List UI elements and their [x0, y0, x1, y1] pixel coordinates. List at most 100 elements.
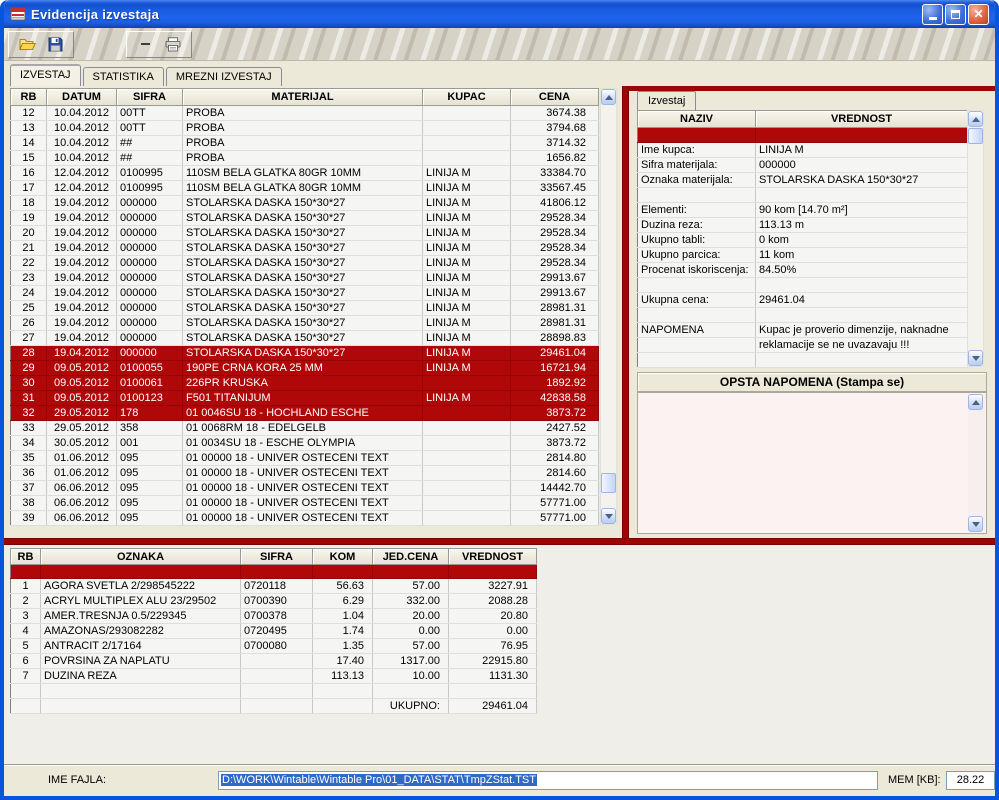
cell-oznaka: [41, 684, 241, 699]
detail-row[interactable]: reklamacije se ne uvazavaju !!!: [638, 338, 968, 353]
detail-row[interactable]: [638, 353, 968, 368]
table-row[interactable]: 36 01.06.2012 095 01 00000 18 - UNIVER O…: [11, 466, 599, 481]
table-row[interactable]: 31 09.05.2012 0100123 F501 TITANIJUM LIN…: [11, 391, 599, 406]
remove-button[interactable]: [136, 35, 154, 53]
bottom-table-row[interactable]: UKUPNO: 29461.04: [11, 699, 537, 714]
cell-kupac: LINIJA M: [423, 361, 511, 376]
scroll-thumb[interactable]: [968, 128, 983, 144]
bottom-table-row[interactable]: 3 AMER.TRESNJA 0.5/229345 0700378 1.04 2…: [11, 609, 537, 624]
scroll-down-button[interactable]: [968, 350, 983, 366]
table-row[interactable]: 18 19.04.2012 000000 STOLARSKA DASKA 150…: [11, 196, 599, 211]
scroll-up-button[interactable]: [968, 111, 983, 127]
titlebar[interactable]: Evidencija izvestaja ✕: [4, 0, 995, 28]
cell-vrednost: 11 kom: [756, 248, 968, 263]
tab-mrezni-izvestaj[interactable]: MREZNI IZVESTAJ: [166, 67, 282, 86]
bottom-table-row[interactable]: 4 AMAZONAS/293082282 0720495 1.74 0.00 0…: [11, 624, 537, 639]
detail-row[interactable]: [638, 188, 968, 203]
opsta-napomena-textarea[interactable]: [637, 392, 987, 534]
open-file-button[interactable]: [18, 35, 36, 53]
bottom-table-row[interactable]: [11, 684, 537, 699]
detail-row[interactable]: Procenat iskoriscenja: 84.50%: [638, 263, 968, 278]
table-row[interactable]: 25 19.04.2012 000000 STOLARSKA DASKA 150…: [11, 301, 599, 316]
table-row[interactable]: 38 06.06.2012 095 01 00000 18 - UNIVER O…: [11, 496, 599, 511]
detail-row[interactable]: Elementi: 90 kom [14.70 m²]: [638, 203, 968, 218]
table-row[interactable]: 13 10.04.2012 00TT PROBA 3794.68: [11, 121, 599, 136]
bottom-table-row[interactable]: 1 AGORA SVETLA 2/298545222 0720118 56.63…: [11, 579, 537, 594]
table-row[interactable]: 12 10.04.2012 00TT PROBA 3674.38: [11, 106, 599, 121]
maximize-button[interactable]: [945, 4, 966, 25]
table-row[interactable]: 26 19.04.2012 000000 STOLARSKA DASKA 150…: [11, 316, 599, 331]
table-row[interactable]: 21 19.04.2012 000000 STOLARSKA DASKA 150…: [11, 241, 599, 256]
cell-sifra: 0720118: [241, 579, 313, 594]
table-row[interactable]: 23 19.04.2012 000000 STOLARSKA DASKA 150…: [11, 271, 599, 286]
cell-rb: 16: [11, 166, 47, 181]
table-row[interactable]: 29 09.05.2012 0100055 190PE CRNA KORA 25…: [11, 361, 599, 376]
cell-materijal: F501 TITANIJUM: [183, 391, 423, 406]
cell-rb: 22: [11, 256, 47, 271]
col-header-kupac: KUPAC: [423, 89, 511, 106]
cell-rb: 23: [11, 271, 47, 286]
cell-rb: [11, 565, 41, 579]
table-row[interactable]: 34 30.05.2012 001 01 0034SU 18 - ESCHE O…: [11, 436, 599, 451]
table-row[interactable]: 15 10.04.2012 ## PROBA 1656.82: [11, 151, 599, 166]
cell-cena: 29528.34: [511, 241, 599, 256]
table-row[interactable]: 32 29.05.2012 178 01 0046SU 18 - HOCHLAN…: [11, 406, 599, 421]
table-row[interactable]: 30 09.05.2012 0100061 226PR KRUSKA 1892.…: [11, 376, 599, 391]
table-row[interactable]: 20 19.04.2012 000000 STOLARSKA DASKA 150…: [11, 226, 599, 241]
bottom-table-row[interactable]: 2 ACRYL MULTIPLEX ALU 23/29502 0700390 6…: [11, 594, 537, 609]
cell-kom: 113.13: [313, 669, 373, 684]
cell-cena: 29913.67: [511, 271, 599, 286]
cell-kupac: [423, 121, 511, 136]
print-button[interactable]: [164, 35, 182, 53]
table-row[interactable]: 17 12.04.2012 0100995 110SM BELA GLATKA …: [11, 181, 599, 196]
table-row[interactable]: 24 19.04.2012 000000 STOLARSKA DASKA 150…: [11, 286, 599, 301]
detail-row[interactable]: Ukupna cena: 29461.04: [638, 293, 968, 308]
cell-naziv: [638, 128, 756, 143]
table-row[interactable]: 27 19.04.2012 000000 STOLARSKA DASKA 150…: [11, 331, 599, 346]
cell-datum: 10.04.2012: [47, 136, 117, 151]
cell-vrednost: 29461.04: [449, 699, 537, 714]
detail-row[interactable]: [638, 278, 968, 293]
table-row[interactable]: 16 12.04.2012 0100995 110SM BELA GLATKA …: [11, 166, 599, 181]
tab-statistika[interactable]: STATISTIKA: [83, 67, 164, 86]
detail-row[interactable]: Ukupno tabli: 0 kom: [638, 233, 968, 248]
cell-materijal: STOLARSKA DASKA 150*30*27: [183, 271, 423, 286]
detail-row[interactable]: [638, 128, 968, 143]
cell-vrednost: [449, 565, 537, 579]
detail-row[interactable]: NAPOMENA Kupac je proverio dimenzije, na…: [638, 323, 968, 338]
table-row[interactable]: 28 19.04.2012 000000 STOLARSKA DASKA 150…: [11, 346, 599, 361]
horizontal-splitter[interactable]: [4, 538, 995, 545]
detail-row[interactable]: Oznaka materijala: STOLARSKA DASKA 150*3…: [638, 173, 968, 188]
detail-row[interactable]: Sifra materijala: 000000: [638, 158, 968, 173]
save-button[interactable]: [46, 35, 64, 53]
scroll-down-button[interactable]: [601, 508, 616, 524]
table-row[interactable]: 22 19.04.2012 000000 STOLARSKA DASKA 150…: [11, 256, 599, 271]
detail-row[interactable]: Ukupno parcica: 11 kom: [638, 248, 968, 263]
bottom-table-row[interactable]: 6 POVRSINA ZA NAPLATU 17.40 1317.00 2291…: [11, 654, 537, 669]
scroll-down-button[interactable]: [968, 516, 983, 532]
table-row[interactable]: 35 01.06.2012 095 01 00000 18 - UNIVER O…: [11, 451, 599, 466]
vertical-splitter[interactable]: [622, 86, 629, 538]
table-row[interactable]: 33 29.05.2012 358 01 0068RM 18 - EDELGEL…: [11, 421, 599, 436]
detail-row[interactable]: [638, 308, 968, 323]
bottom-table-row[interactable]: 5 ANTRACIT 2/17164 0700080 1.35 57.00 76…: [11, 639, 537, 654]
tab-detail-izvestaj[interactable]: Izvestaj: [637, 91, 696, 110]
table-row[interactable]: 37 06.06.2012 095 01 00000 18 - UNIVER O…: [11, 481, 599, 496]
table-row[interactable]: 39 06.06.2012 095 01 00000 18 - UNIVER O…: [11, 511, 599, 526]
scroll-up-button[interactable]: [601, 89, 616, 105]
scroll-up-button[interactable]: [968, 394, 983, 410]
close-button[interactable]: ✕: [968, 4, 989, 25]
table-row[interactable]: 19 19.04.2012 000000 STOLARSKA DASKA 150…: [11, 211, 599, 226]
scroll-thumb[interactable]: [601, 473, 616, 493]
cell-vrednost: [756, 353, 968, 368]
detail-row[interactable]: Duzina reza: 113.13 m: [638, 218, 968, 233]
file-name-input[interactable]: D:\WORK\Wintable\Wintable Pro\01_DATA\ST…: [218, 771, 878, 790]
bottom-table-row[interactable]: 7 DUZINA REZA 113.13 10.00 1131.30: [11, 669, 537, 684]
bottom-table-header-row: RB OZNAKA SIFRA KOM JED.CENA VREDNOST: [11, 549, 537, 565]
bottom-table-row[interactable]: [11, 565, 537, 579]
minimize-button[interactable]: [922, 4, 943, 25]
tab-izvestaj[interactable]: IZVESTAJ: [10, 64, 81, 86]
table-row[interactable]: 14 10.04.2012 ## PROBA 3714.32: [11, 136, 599, 151]
cell-sifra: 095: [117, 481, 183, 496]
detail-row[interactable]: Ime kupca: LINIJA M: [638, 143, 968, 158]
